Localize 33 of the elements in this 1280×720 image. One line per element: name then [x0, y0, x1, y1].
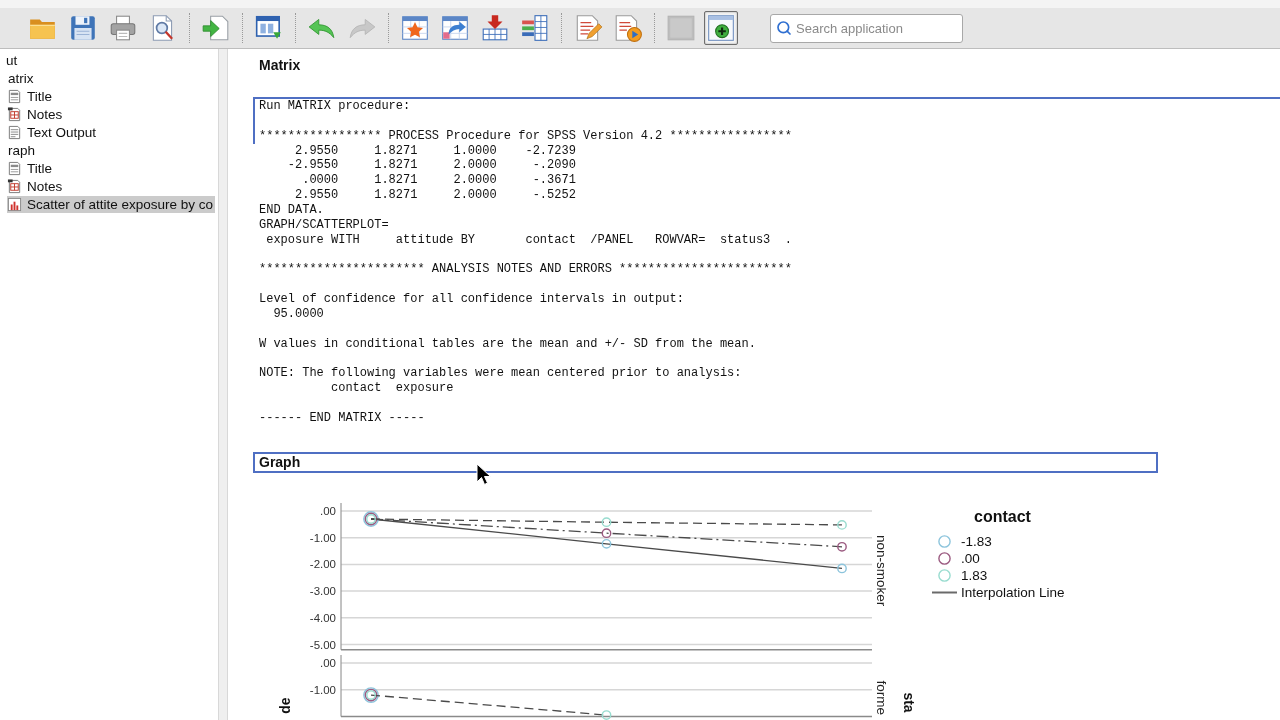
output-text-line: exposure WITH attitude BY contact /PANEL ROWVAR= status3 . [265, 232, 792, 248]
output-text-line: ***************** PROCESS Procedure for SPSS Version 4.2 ***************** [259, 128, 792, 144]
output-text-line: W values in conditional tables are the mean and +/- SD from the mean. [259, 336, 756, 352]
output-text-line: 2.9550 1.8271 2.0000 -.5252 [294, 188, 576, 203]
y-tick-label: -3.00 [309, 584, 336, 597]
y-tick-label: -1.00 [309, 531, 336, 544]
panel-label: non-smoker [874, 534, 889, 606]
output-text-line: 95.0000 [272, 306, 324, 322]
output-text-line: ------ END MATRIX ----- [259, 410, 425, 426]
output-text-line: *********************** ANALYSIS NOTES AND ERRORS ************************ [259, 262, 792, 278]
output-text-line: contact exposure [330, 381, 454, 396]
legend-label: 1.83 [961, 566, 988, 584]
y-tick-label: .00 [320, 657, 336, 670]
output-text-line: -2.9550 1.8271 2.0000 -.2090 [286, 158, 576, 174]
output-text-line: Level of confidence for all confidence intervals in output: [259, 291, 684, 307]
output-text-line: 2.9550 1.8271 1.0000 -2.7239 [294, 143, 576, 159]
output-text-line: END DATA. [259, 202, 324, 218]
output-text-line: GRAPH/SCATTERPLOT= [259, 217, 389, 233]
legend-label: -1.83 [961, 532, 992, 550]
panel-label: forme [874, 680, 889, 716]
output-text-line: Run MATRIX procedure: [259, 99, 411, 114]
output-text-line: .0000 1.8271 2.0000 -.3671 [301, 173, 576, 189]
legend-label: Interpolation Line [961, 583, 1065, 601]
y-tick-label: -5.00 [309, 638, 336, 651]
y-tick-label: -4.00 [309, 611, 336, 624]
legend-title: contact [974, 507, 1031, 526]
output-text-line: NOTE: The following variables were mean centered prior to analysis: [259, 366, 742, 382]
y-tick-label: -1.00 [309, 684, 336, 697]
panel-variable-title: sta [901, 692, 917, 714]
y-tick-label: .00 [320, 504, 336, 517]
y-axis-title: de [277, 697, 293, 715]
legend-label: .00 [961, 549, 980, 567]
y-tick-label: -2.00 [309, 557, 336, 570]
